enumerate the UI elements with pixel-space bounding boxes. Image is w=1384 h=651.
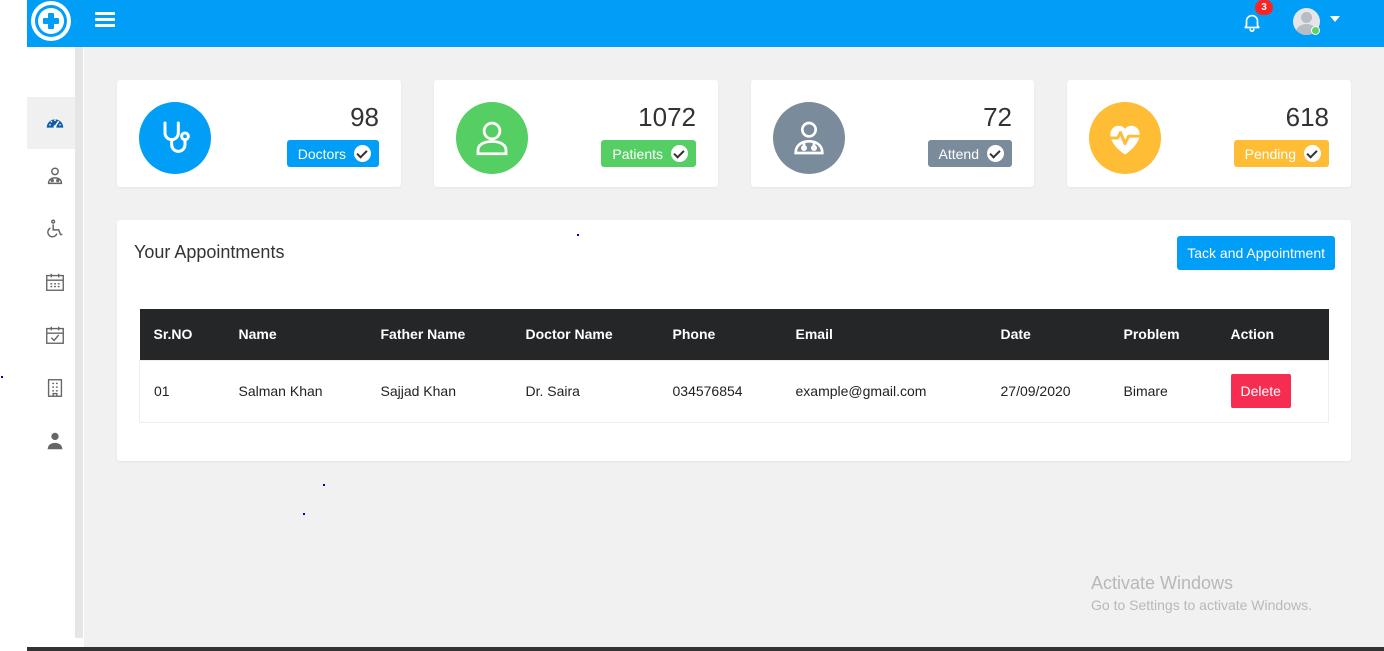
patients-badge[interactable]: Patients: [601, 140, 696, 167]
stat-card-attend: 72 Attend: [751, 80, 1034, 187]
cell-srno: 01: [154, 383, 170, 399]
doctor-icon: [773, 102, 845, 174]
pending-badge[interactable]: Pending: [1233, 140, 1329, 167]
attend-count: 72: [983, 102, 1012, 132]
patients-count: 1072: [638, 102, 696, 132]
stethoscope-icon: [139, 102, 211, 174]
col-srno: Sr.NO: [153, 326, 193, 343]
check-circle-icon: [987, 145, 1004, 162]
col-father-name: Father Name: [380, 326, 466, 343]
cell-phone: 034576854: [672, 383, 743, 399]
cell-father-name: Sajjad Khan: [380, 383, 457, 399]
cell-email: example@gmail.com: [795, 383, 927, 399]
doctor-icon: [47, 167, 63, 185]
pending-count: 618: [1285, 102, 1329, 132]
col-action: Action: [1230, 326, 1275, 343]
col-date: Date: [1000, 326, 1031, 343]
col-phone: Phone: [672, 326, 716, 343]
watermark-subtitle: Go to Settings to activate Windows.: [1091, 597, 1312, 613]
wheelchair-icon: [47, 219, 63, 238]
patient-icon: [456, 102, 528, 174]
stray-dot: [303, 513, 305, 515]
attend-label: Attend: [938, 145, 979, 162]
heartbeat-icon: [1089, 102, 1161, 174]
watermark-title: Activate Windows: [1091, 573, 1234, 593]
user-icon: [47, 432, 63, 450]
stat-card-pending: 618 Pending: [1067, 80, 1351, 187]
pending-label: Pending: [1244, 145, 1296, 162]
taskbar-edge: [27, 647, 1384, 651]
activate-windows-watermark: Activate Windows Go to Settings to activ…: [1091, 573, 1312, 613]
cell-name: Salman Khan: [238, 383, 323, 399]
chevron-down-icon[interactable]: [1330, 16, 1340, 22]
menu-toggle-icon[interactable]: [95, 12, 115, 28]
stray-dot: [577, 234, 579, 236]
main-content: 98 Doctors 1072 Patients 72 Attend 618 P…: [84, 47, 1384, 647]
cell-date: 27/09/2020: [1000, 383, 1071, 399]
col-name: Name: [238, 326, 277, 343]
dashboard-icon: [46, 119, 64, 129]
col-problem: Problem: [1123, 326, 1180, 343]
table-header-row: Sr.NO Name Father Name Doctor Name Phone…: [139, 309, 1329, 360]
delete-button[interactable]: Delete: [1230, 374, 1291, 408]
top-navbar: [27, 0, 1384, 47]
doctors-badge[interactable]: Doctors: [286, 140, 379, 167]
cell-action: Delete: [1217, 360, 1329, 422]
sidebar-scrollbar[interactable]: [75, 47, 83, 638]
hospital-building-icon: [47, 379, 63, 397]
stat-card-patients: 1072 Patients: [434, 80, 718, 187]
hospital-logo-icon[interactable]: [31, 1, 71, 41]
cell-problem: Bimare: [1123, 383, 1168, 399]
check-circle-icon: [671, 145, 688, 162]
doctors-label: Doctors: [297, 145, 346, 162]
take-appointment-button[interactable]: Tack and Appointment: [1177, 236, 1335, 270]
appointments-card: Your Appointments Tack and Appointment S…: [117, 220, 1351, 461]
stray-dot: [1, 376, 3, 378]
calendar-check-icon: [46, 326, 64, 344]
cell-doctor-name: Dr. Saira: [525, 383, 580, 399]
appointments-table: Sr.NO Name Father Name Doctor Name Phone…: [139, 309, 1329, 423]
appointments-title: Your Appointments: [134, 242, 285, 262]
stray-dot: [323, 484, 325, 486]
notification-badge: 3: [1255, 0, 1273, 15]
check-circle-icon: [1304, 145, 1321, 162]
doctors-count: 98: [350, 102, 379, 132]
online-status-dot: [1311, 26, 1320, 35]
col-email: Email: [795, 326, 833, 343]
attend-badge[interactable]: Attend: [927, 140, 1012, 167]
patients-label: Patients: [612, 145, 663, 162]
col-doctor-name: Doctor Name: [525, 326, 613, 343]
table-row: 01 Salman Khan Sajjad Khan Dr. Saira 034…: [139, 360, 1329, 422]
check-circle-icon: [354, 145, 371, 162]
stat-card-doctors: 98 Doctors: [117, 80, 401, 187]
sidebar: [27, 47, 83, 647]
calendar-icon: [46, 273, 64, 291]
